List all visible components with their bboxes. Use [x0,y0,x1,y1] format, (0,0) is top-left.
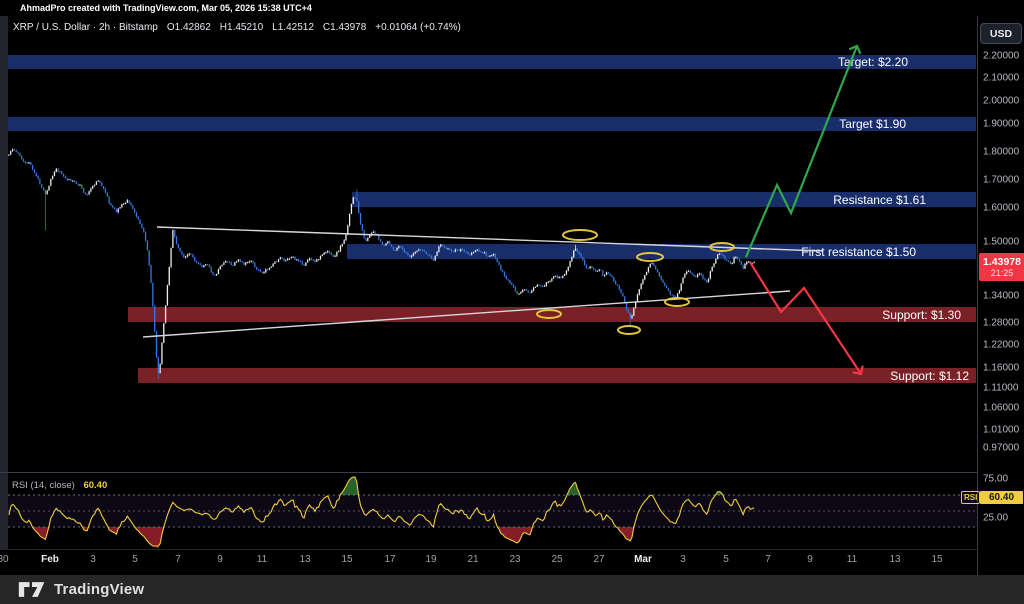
level-label: Target: $2.20 [838,56,976,68]
rsi-legend-value: 60.40 [83,480,107,491]
symbol-title[interactable]: XRP / U.S. Dollar · 2h · Bitstamp [13,22,158,33]
time-tick: 30 [0,554,9,565]
ohlc-close: C1.43978 [323,22,366,33]
ohlc-open: O1.42862 [167,22,211,33]
time-tick: 21 [467,554,478,565]
price-tick: 0.97000 [983,443,1019,454]
rsi-tick-high: 75.00 [983,474,1008,485]
price-tick: 1.28000 [983,318,1019,329]
level-band-s130[interactable]: Support: $1.30 [128,307,976,322]
time-tick: 17 [384,554,395,565]
level-label: Support: $1.12 [890,370,976,382]
price-tick: 1.60000 [983,203,1019,214]
level-label: Resistance $1.61 [833,194,976,206]
level-band-t190[interactable]: Target $1.90 [8,117,976,131]
level-label: First resistance $1.50 [801,246,976,258]
time-tick: 23 [509,554,520,565]
footer-bar: TradingView [0,575,1024,604]
ohlc-low: L1.42512 [272,22,314,33]
level-band-s112[interactable]: Support: $1.12 [138,368,976,383]
price-tick: 1.16000 [983,363,1019,374]
time-axis[interactable]: 30 Feb 3 5 7 9 11 13 15 17 19 21 23 25 27 Mar 3 5 7 9 11 13 15 [0,549,977,576]
price-tick: 1.22000 [983,340,1019,351]
attribution-bar: AhmadPro created with TradingView.com, M… [20,3,312,13]
time-tick: 13 [889,554,900,565]
tradingview-logo-icon[interactable] [18,581,46,598]
level-band-t220[interactable]: Target: $2.20 [8,55,976,69]
price-tick: 1.70000 [983,175,1019,186]
chart-canvas[interactable] [0,0,1024,604]
time-tick: Mar [634,554,652,565]
price-tick: 2.10000 [983,73,1019,84]
pane-divider[interactable] [0,472,1024,473]
last-price-badge: 1.43978 21:25 [979,253,1024,281]
rsi-legend-title: RSI (14, close) [12,480,75,491]
price-tick: 2.20000 [983,51,1019,62]
candles-layer [8,148,754,379]
time-tick: 15 [341,554,352,565]
highlight-ellipse[interactable] [563,230,597,240]
chart-left-margin [0,16,8,575]
price-tick: 1.34000 [983,291,1019,302]
price-tick: 1.80000 [983,147,1019,158]
time-tick: 3 [680,554,686,565]
rsi-axis-value-badge: 60.40 [980,491,1023,504]
time-tick: 5 [132,554,138,565]
rsi-line [9,477,754,546]
tradingview-chart-screenshot: AhmadPro created with TradingView.com, M… [0,0,1024,604]
price-tick: 1.01000 [983,425,1019,436]
time-tick: 11 [847,554,857,565]
price-tick: 2.00000 [983,96,1019,107]
highlight-ellipse[interactable] [618,326,640,334]
time-tick: 7 [765,554,771,565]
time-tick: 7 [175,554,181,565]
time-tick: 25 [551,554,562,565]
time-tick: 27 [593,554,604,565]
rsi-legend[interactable]: RSI (14, close) 60.40 [12,480,107,491]
highlight-ellipse[interactable] [665,298,689,306]
ohlc-high: H1.45210 [220,22,263,33]
time-tick: 9 [217,554,223,565]
last-price-value: 1.43978 [983,256,1021,268]
level-band-r161[interactable]: Resistance $1.61 [352,192,976,207]
rsi-axis-chip: RSI [961,491,980,504]
level-label: Support: $1.30 [882,309,976,321]
price-tick: 1.11000 [983,383,1018,394]
time-tick: 15 [931,554,942,565]
price-tick: 1.90000 [983,119,1019,130]
price-tick: 1.50000 [983,237,1019,248]
change-value: +0.01064 (+0.74%) [375,22,461,33]
price-axis[interactable]: USD 2.20000 2.10000 2.00000 1.90000 1.80000 1… [977,16,1024,575]
symbol-legend[interactable]: XRP / U.S. Dollar · 2h · Bitstamp O1.428… [13,22,461,33]
time-tick: Feb [41,554,59,565]
time-tick: 3 [90,554,96,565]
time-tick: 11 [257,554,267,565]
time-tick: 13 [299,554,310,565]
tradingview-wordmark[interactable]: TradingView [54,581,144,598]
time-tick: 5 [723,554,729,565]
bull-projection-arrow[interactable] [746,46,857,257]
currency-button[interactable]: USD [980,23,1022,44]
price-tick: 1.06000 [983,403,1019,414]
level-label: Target $1.90 [839,118,976,130]
level-band-r150[interactable]: First resistance $1.50 [347,244,976,259]
bar-countdown: 21:25 [991,268,1014,278]
rsi-tick-low: 25.00 [983,513,1008,524]
time-tick: 19 [425,554,436,565]
time-tick: 9 [807,554,813,565]
